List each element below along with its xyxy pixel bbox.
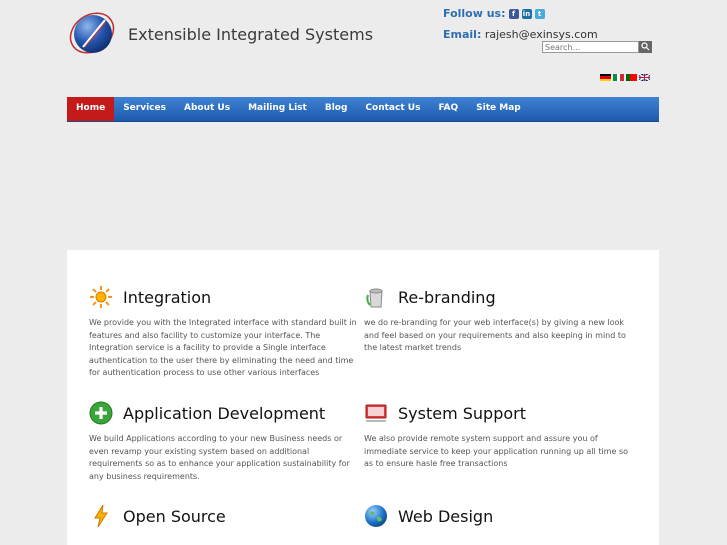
main-nav: Home Services About Us Mailing List Blog… — [67, 97, 659, 122]
service-title: Open Source — [123, 506, 226, 526]
service-application-development: Application Development We build Applica… — [89, 400, 364, 483]
service-open-source: Open Source — [89, 503, 364, 529]
service-description: We build Applications according to your … — [89, 434, 350, 481]
service-system-support: System Support We also provide remote sy… — [364, 400, 639, 471]
paint-bucket-icon — [364, 285, 388, 309]
facebook-icon[interactable]: f — [508, 8, 519, 19]
nav-item-mailing-list[interactable]: Mailing List — [239, 97, 316, 121]
flag-english-icon[interactable] — [639, 74, 650, 81]
follow-label: Follow us: — [443, 7, 506, 20]
flag-italian-icon[interactable] — [613, 74, 625, 81]
nav-item-site-map[interactable]: Site Map — [467, 97, 530, 121]
globe-icon — [364, 504, 388, 528]
twitter-icon[interactable]: t — [534, 8, 545, 19]
site-title: Extensible Integrated Systems — [128, 25, 374, 44]
services-panel: Integration We provide you with the Inte… — [67, 250, 659, 545]
search-icon — [641, 42, 650, 51]
service-web-design: Web Design — [364, 503, 639, 529]
linkedin-icon[interactable]: in — [521, 8, 532, 19]
email-row: Email: rajesh@exinsys.com — [443, 28, 598, 41]
follow-us: Follow us: f in t — [443, 7, 545, 20]
service-description: We also provide remote system support an… — [364, 434, 628, 469]
language-flags — [600, 74, 650, 81]
service-re-branding: Re-branding we do re-branding for your w… — [364, 284, 639, 355]
service-title: System Support — [398, 403, 526, 423]
nav-item-blog[interactable]: Blog — [316, 97, 357, 121]
nav-item-services[interactable]: Services — [114, 97, 175, 121]
nav-item-faq[interactable]: FAQ — [429, 97, 467, 121]
plus-icon — [89, 401, 113, 425]
service-description: we do re-branding for your web interface… — [364, 318, 626, 353]
service-description: We provide you with the Integrated inter… — [89, 318, 357, 378]
email-value[interactable]: rajesh@exinsys.com — [485, 28, 598, 41]
nav-item-contact-us[interactable]: Contact Us — [356, 97, 429, 121]
search-input[interactable] — [542, 41, 639, 53]
service-title: Application Development — [123, 403, 326, 423]
site-logo[interactable] — [68, 9, 116, 57]
search-button[interactable] — [639, 41, 652, 53]
nav-item-about-us[interactable]: About Us — [175, 97, 239, 121]
search-box — [542, 41, 654, 53]
nav-item-home[interactable]: Home — [67, 97, 115, 121]
service-title: Web Design — [398, 506, 494, 526]
sun-icon — [89, 285, 113, 309]
service-title: Integration — [123, 287, 212, 307]
flag-german-icon[interactable] — [600, 74, 611, 81]
service-integration: Integration We provide you with the Inte… — [89, 284, 364, 380]
flag-portuguese-icon[interactable] — [626, 74, 637, 81]
service-title: Re-branding — [398, 287, 496, 307]
lightning-icon — [89, 504, 113, 528]
email-label: Email: — [443, 28, 482, 41]
monitor-icon — [364, 401, 388, 425]
